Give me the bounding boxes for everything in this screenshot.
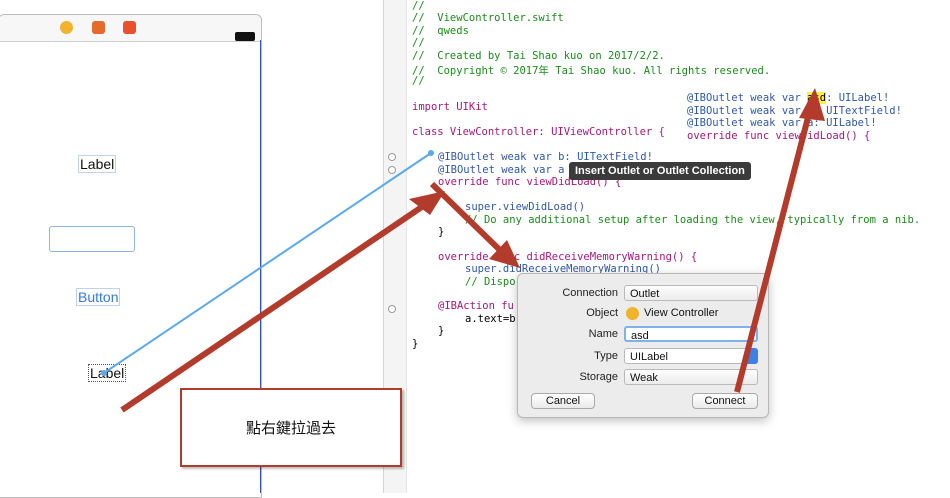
connection-drag-line xyxy=(103,152,432,374)
arrow-to-popover xyxy=(429,181,509,259)
connection-start xyxy=(101,370,107,376)
arrow-to-code xyxy=(120,195,437,413)
annotation-overlay xyxy=(101,88,825,413)
arrow-to-outlet xyxy=(734,101,815,393)
arrow-to-outlet-head xyxy=(799,88,825,121)
connection-endpoint xyxy=(428,150,434,156)
